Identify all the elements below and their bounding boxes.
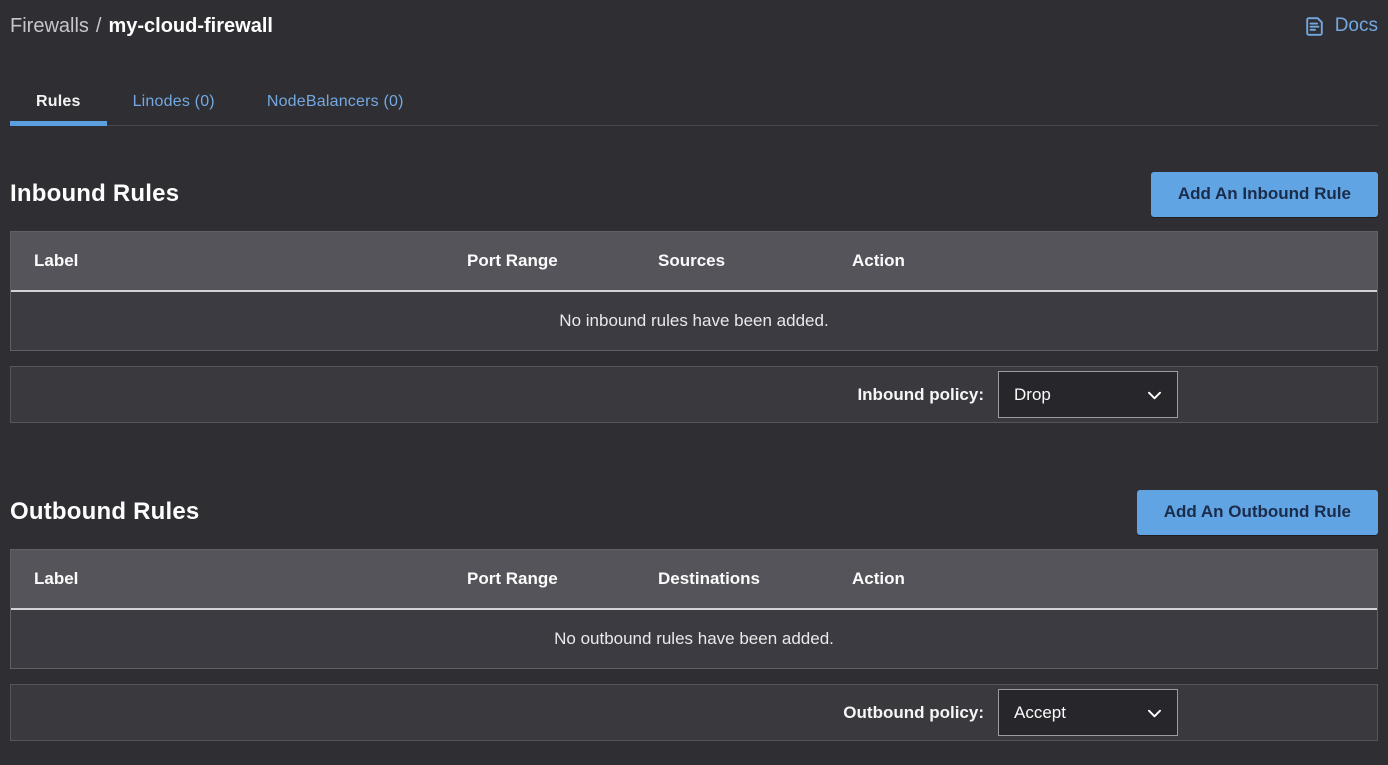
inbound-column-header-action: Action (852, 251, 1377, 271)
docs-file-icon (1302, 14, 1327, 39)
inbound-policy-label: Inbound policy: (857, 385, 984, 405)
topbar: Firewalls / my-cloud-firewall Docs (10, 0, 1378, 42)
outbound-policy-row: Outbound policy: Accept (10, 684, 1378, 741)
inbound-table-header-row: Label Port Range Sources Action (11, 232, 1377, 292)
outbound-policy-label: Outbound policy: (843, 703, 984, 723)
outbound-rules-section: Outbound Rules Add An Outbound Rule Labe… (10, 489, 1378, 741)
inbound-policy-row: Inbound policy: Drop (10, 366, 1378, 423)
inbound-policy-value: Drop (1014, 385, 1051, 405)
inbound-rules-section: Inbound Rules Add An Inbound Rule Label … (10, 171, 1378, 423)
chevron-down-icon (1145, 386, 1164, 405)
breadcrumb-separator: / (96, 15, 102, 38)
chevron-down-icon (1145, 704, 1164, 723)
outbound-policy-select[interactable]: Accept (998, 689, 1178, 736)
outbound-policy-value: Accept (1014, 703, 1066, 723)
add-inbound-rule-button[interactable]: Add An Inbound Rule (1151, 172, 1378, 217)
outbound-table-header-row: Label Port Range Destinations Action (11, 550, 1377, 610)
tab-bar: Rules Linodes (0) NodeBalancers (0) (10, 78, 1378, 126)
outbound-rules-heading: Outbound Rules (10, 498, 199, 526)
outbound-empty-row: No outbound rules have been added. (11, 610, 1377, 668)
inbound-rules-table: Label Port Range Sources Action No inbou… (10, 231, 1378, 351)
inbound-rules-heading: Inbound Rules (10, 180, 179, 208)
outbound-column-header-label: Label (11, 569, 467, 589)
outbound-empty-message: No outbound rules have been added. (554, 629, 834, 649)
outbound-column-header-port-range: Port Range (467, 569, 658, 589)
outbound-column-header-destinations: Destinations (658, 569, 852, 589)
firewall-detail-page: Firewalls / my-cloud-firewall Docs Rules… (0, 0, 1388, 765)
inbound-empty-message: No inbound rules have been added. (559, 311, 828, 331)
outbound-column-header-action: Action (852, 569, 1377, 589)
inbound-column-header-port-range: Port Range (467, 251, 658, 271)
breadcrumb-current: my-cloud-firewall (108, 15, 272, 38)
tab-rules[interactable]: Rules (10, 78, 107, 125)
breadcrumb-firewalls-link[interactable]: Firewalls (10, 15, 89, 38)
outbound-rules-table: Label Port Range Destinations Action No … (10, 549, 1378, 669)
inbound-column-header-label: Label (11, 251, 467, 271)
docs-label: Docs (1335, 15, 1378, 37)
inbound-policy-select[interactable]: Drop (998, 371, 1178, 418)
inbound-column-header-sources: Sources (658, 251, 852, 271)
inbound-section-header: Inbound Rules Add An Inbound Rule (10, 171, 1378, 217)
breadcrumb: Firewalls / my-cloud-firewall (10, 15, 273, 38)
add-outbound-rule-button[interactable]: Add An Outbound Rule (1137, 490, 1378, 535)
tab-nodebalancers[interactable]: NodeBalancers (0) (241, 78, 430, 125)
inbound-empty-row: No inbound rules have been added. (11, 292, 1377, 350)
docs-link[interactable]: Docs (1302, 14, 1378, 39)
tab-linodes[interactable]: Linodes (0) (107, 78, 241, 125)
outbound-section-header: Outbound Rules Add An Outbound Rule (10, 489, 1378, 535)
